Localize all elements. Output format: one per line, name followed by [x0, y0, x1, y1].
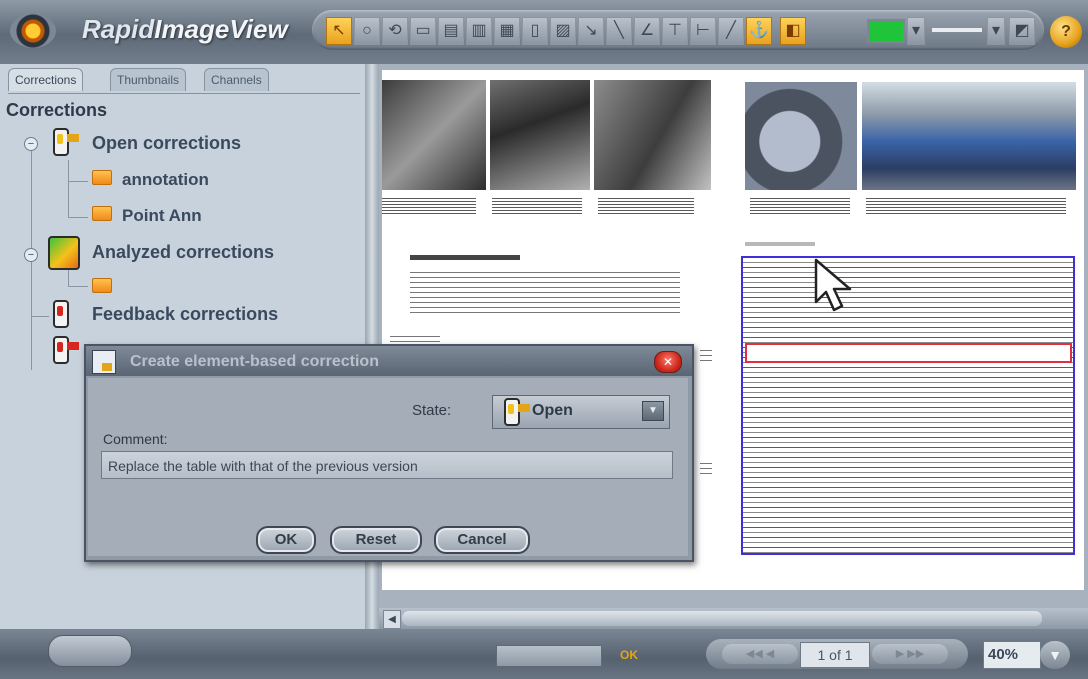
caption-text	[492, 198, 582, 216]
selected-table[interactable]	[741, 256, 1075, 555]
line-tool-icon[interactable]: ╲	[606, 17, 632, 45]
dialog-close-button[interactable]: ✕	[654, 351, 682, 373]
document-heading	[410, 255, 520, 260]
line-width-dropdown-icon[interactable]: ▾	[987, 17, 1005, 45]
scrollbar-thumb[interactable]	[402, 611, 1042, 626]
zoom-tool-icon[interactable]: ○	[354, 17, 380, 45]
layout-tool-icon[interactable]: ▤	[438, 17, 464, 45]
caption-text	[750, 198, 850, 216]
highlighted-table-row[interactable]	[745, 343, 1072, 363]
grid-tool-icon[interactable]: ▦	[494, 17, 520, 45]
ok-button[interactable]: OK	[256, 526, 316, 554]
tree-line	[68, 217, 88, 218]
tree-node-annotation[interactable]: annotation	[122, 170, 209, 190]
caption-text	[382, 198, 476, 216]
app-title-suffix: ImageView	[154, 14, 288, 44]
photo-radio-2	[490, 80, 590, 190]
compare-tool-icon[interactable]: ▥	[466, 17, 492, 45]
help-button[interactable]: ?	[1050, 16, 1082, 48]
anchor-tool-icon[interactable]: ⚓	[746, 17, 772, 45]
dialog-document-icon	[92, 350, 116, 374]
frame-tool-icon[interactable]: ▭	[410, 17, 436, 45]
rotate-tool-icon[interactable]: ⟲	[382, 17, 408, 45]
caption-text	[866, 198, 1066, 216]
tab-corrections[interactable]: Corrections	[8, 68, 84, 91]
tree-node-point-ann[interactable]: Point Ann	[122, 206, 202, 226]
reset-button[interactable]: Reset	[330, 526, 422, 554]
correction-tool-icon[interactable]: ◧	[780, 17, 806, 45]
point-annotation-note-icon	[92, 206, 112, 221]
zoom-dropdown-icon[interactable]: ▼	[1040, 641, 1070, 669]
document-fragment	[700, 463, 712, 477]
color-swatch[interactable]	[867, 19, 905, 43]
scroll-left-button[interactable]: ◀	[383, 610, 401, 629]
app-title: RapidImageView	[82, 14, 288, 45]
toolbar: ↖ ○ ⟲ ▭ ▤ ▥ ▦ ▯ ▨ ↘ ╲ ∠ ⊤ ⊢ ╱ ⚓ ◧ ▾ ▾ ◩	[312, 10, 1044, 50]
tree-node-open-corrections[interactable]: Open corrections	[92, 133, 241, 154]
caption-text	[598, 198, 694, 216]
tab-thumbnails[interactable]: Thumbnails	[110, 68, 187, 91]
pen-tool-icon[interactable]: ╱	[718, 17, 744, 45]
tree-line	[68, 181, 88, 182]
status-ok-text: OK	[620, 648, 638, 662]
app-title-prefix: Rapid	[82, 14, 155, 44]
angle-tool-icon[interactable]: ∠	[634, 17, 660, 45]
measure-tool-icon[interactable]: ▨	[550, 17, 576, 45]
document-paragraph	[410, 272, 680, 314]
open-state-icon	[501, 398, 530, 426]
next-page-button[interactable]: ▶ ▶▶	[872, 644, 948, 664]
page-indicator[interactable]: 1 of 1	[800, 642, 870, 668]
tab-channels[interactable]: Channels	[204, 68, 269, 91]
photo-steering-wheel	[745, 82, 857, 190]
photo-car-trunk	[862, 82, 1076, 190]
photo-radio-1	[382, 80, 486, 190]
dialog-title: Create element-based correction	[130, 353, 379, 370]
annotation-note-icon	[92, 170, 112, 185]
expand-analyzed-toggle[interactable]: −	[24, 248, 38, 262]
state-select-value[interactable]: Open	[532, 402, 573, 420]
document-subheading	[390, 336, 440, 342]
tree-node-feedback-corrections[interactable]: Feedback corrections	[92, 304, 278, 325]
line-width-preview[interactable]	[932, 28, 982, 32]
settings-tool-icon[interactable]: ◩	[1009, 17, 1035, 45]
tree-line	[31, 316, 49, 317]
status-left-button[interactable]	[48, 635, 132, 667]
tree-node-analyzed-corrections[interactable]: Analyzed corrections	[92, 242, 274, 263]
zoom-field[interactable]: 40%	[983, 641, 1041, 669]
select-tool-icon[interactable]: ↖	[326, 17, 352, 45]
crosshair-tool-icon[interactable]: ⊤	[662, 17, 688, 45]
analyzed-note-icon	[92, 278, 112, 293]
mouse-cursor-icon	[814, 258, 852, 312]
photo-radio-3	[594, 80, 711, 190]
marker-tool-icon[interactable]: ⊢	[690, 17, 716, 45]
feedback-correction-icon	[50, 300, 72, 328]
color-dropdown-icon[interactable]: ▾	[907, 17, 925, 45]
rejected-correction-icon	[50, 336, 79, 364]
comment-input[interactable]: Replace the table with that of the previ…	[101, 451, 673, 479]
state-label: State:	[412, 402, 452, 419]
progress-field	[496, 645, 602, 667]
tree-line	[68, 268, 69, 286]
expand-open-toggle[interactable]: −	[24, 137, 38, 151]
tree-line	[68, 160, 69, 218]
columns-tool-icon[interactable]: ▯	[522, 17, 548, 45]
document-fragment	[700, 350, 712, 364]
tab-divider	[8, 93, 360, 94]
panel-heading: Corrections	[6, 100, 108, 120]
cancel-button[interactable]: Cancel	[434, 526, 530, 554]
app-logo-icon	[10, 14, 56, 48]
analyzed-correction-icon	[48, 236, 80, 270]
tree-line	[68, 286, 88, 287]
previous-page-button[interactable]: ◀◀ ◀	[722, 644, 798, 664]
arrow-tool-icon[interactable]: ↘	[578, 17, 604, 45]
state-dropdown-icon[interactable]: ▼	[642, 401, 664, 421]
open-correction-icon	[50, 128, 79, 156]
comment-label: Comment:	[103, 431, 168, 447]
table-title	[745, 242, 815, 246]
